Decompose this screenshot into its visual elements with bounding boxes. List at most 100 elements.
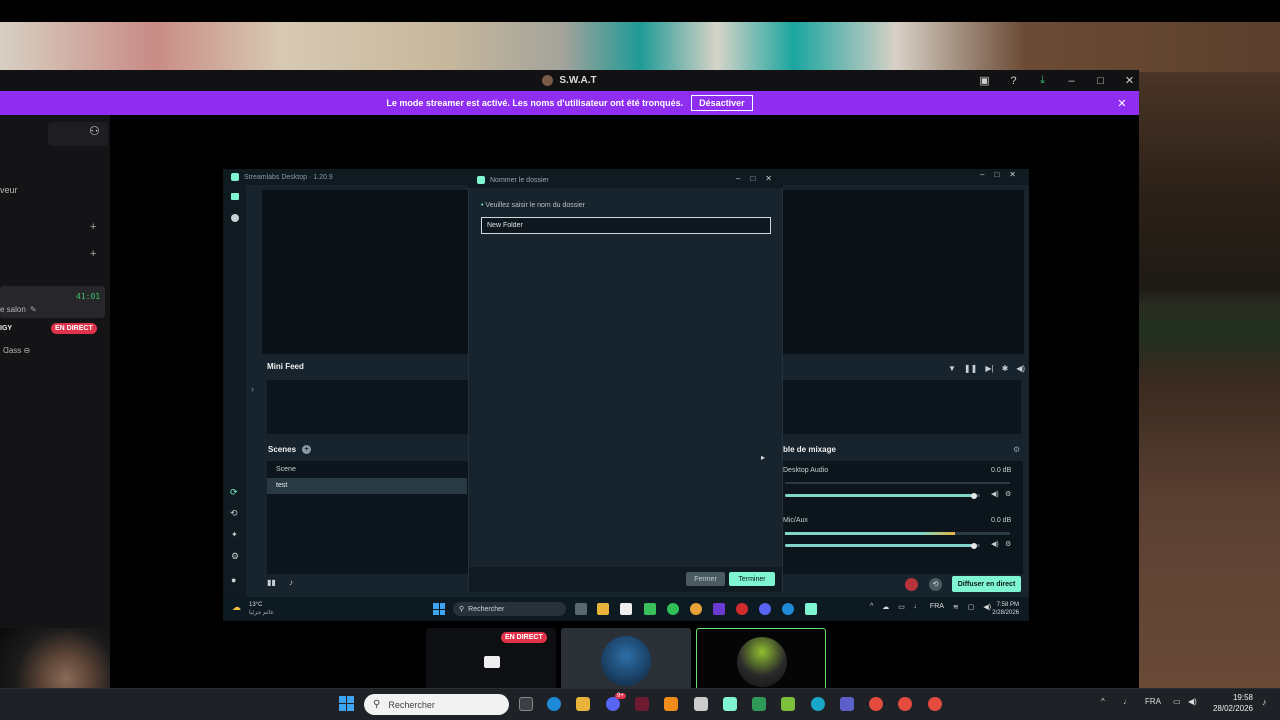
fl-studio-icon[interactable]	[664, 697, 678, 711]
channel-name[interactable]: e salon	[0, 305, 26, 314]
chrome-profile-icon[interactable]	[898, 697, 912, 711]
sl-minimize-icon[interactable]: –	[980, 170, 984, 179]
tray-mic-icon[interactable]: ♩	[914, 603, 921, 611]
sl-maximize-icon[interactable]: □	[994, 170, 999, 179]
download-icon[interactable]: ⤓	[1028, 70, 1057, 91]
tray-storage-icon[interactable]: ▭	[898, 603, 905, 611]
source-settings-icon[interactable]: ⚙	[1005, 490, 1011, 498]
mixer-settings-icon[interactable]: ⚙	[1013, 445, 1020, 454]
dialog-close-icon[interactable]: ✕	[765, 174, 772, 183]
replay-buffer-icon[interactable]: ⟲	[929, 578, 942, 591]
tools-icon[interactable]: ⟲	[230, 508, 238, 519]
speaker-icon[interactable]: ◀)	[991, 540, 999, 548]
chrome-profile-2-icon[interactable]	[928, 697, 942, 711]
app-icon[interactable]	[635, 697, 649, 711]
skip-icon[interactable]: ▶|	[985, 364, 993, 373]
inner-clock[interactable]: 7:58 PM 2/28/2026	[987, 601, 1019, 617]
taskbar-clock[interactable]: 19:58 28/02/2026	[1205, 692, 1253, 714]
editor-icon[interactable]	[231, 193, 239, 200]
banner-close-icon[interactable]: ✕	[1114, 96, 1130, 110]
discord-icon[interactable]	[606, 697, 620, 711]
edge-icon[interactable]	[547, 697, 561, 711]
tray-volume-icon[interactable]: ◀)	[1188, 697, 1197, 706]
close-button[interactable]: Fermer	[686, 572, 725, 586]
tray-mic-icon[interactable]: ♩	[1123, 697, 1131, 706]
opera-icon[interactable]	[736, 603, 748, 615]
taskbar-lang[interactable]: FRA	[1145, 697, 1161, 706]
minimize-icon[interactable]: –	[1057, 70, 1086, 91]
source-settings-icon[interactable]: ⚙	[1005, 540, 1011, 548]
weather-widget[interactable]: 13°C غائم جزئيا	[249, 601, 274, 617]
user-thumbnail-active[interactable]	[696, 628, 826, 690]
add-member-icon[interactable]: ⚇	[89, 124, 100, 138]
discord-icon[interactable]	[759, 603, 771, 615]
edge-icon[interactable]	[782, 603, 794, 615]
help-icon[interactable]: ?	[999, 70, 1028, 91]
done-button[interactable]: Terminer	[729, 572, 775, 586]
bluestacks-icon[interactable]	[781, 697, 795, 711]
scene-item-selected[interactable]: test	[267, 478, 467, 494]
task-view-icon[interactable]	[519, 697, 533, 711]
add-channel-icon[interactable]: +	[90, 221, 96, 233]
scene-item[interactable]: Scene	[267, 462, 467, 477]
tray-cloud-icon[interactable]: ☁	[882, 603, 889, 611]
inner-search-box[interactable]: ⚲ Rechercher	[453, 602, 566, 616]
edit-icon[interactable]: ✎	[30, 305, 37, 314]
weather-icon[interactable]: ☁	[232, 602, 241, 613]
calculator-icon[interactable]	[694, 697, 708, 711]
notepad-icon[interactable]	[620, 603, 632, 615]
maximize-icon[interactable]: □	[1086, 70, 1115, 91]
user-thumbnail[interactable]	[561, 628, 691, 690]
tray-chevron-icon[interactable]: ^	[870, 603, 873, 611]
notification-icon[interactable]: ♪	[289, 578, 293, 587]
streamlabs-taskbar-icon[interactable]	[805, 603, 817, 615]
chrome-icon[interactable]	[869, 697, 883, 711]
task-view-icon[interactable]	[575, 603, 587, 615]
inner-lang[interactable]: FRA	[930, 603, 944, 611]
pause-icon[interactable]: ❚❚	[964, 364, 977, 373]
stats-icon[interactable]: ▮▮	[267, 578, 276, 587]
chrome-icon[interactable]	[690, 603, 702, 615]
tray-wifi-icon[interactable]: ≋	[953, 603, 959, 611]
close-icon[interactable]: ✕	[1115, 70, 1144, 91]
live-user-name[interactable]: IGY	[0, 325, 12, 332]
record-button[interactable]	[905, 578, 918, 591]
whatsapp-icon[interactable]	[667, 603, 679, 615]
volume-slider[interactable]	[785, 492, 980, 500]
file-explorer-icon[interactable]	[597, 603, 609, 615]
streamlabs-icon[interactable]	[723, 697, 737, 711]
notification-bell-icon[interactable]: ♪	[1262, 697, 1267, 707]
speaker-icon[interactable]: ◀)	[991, 490, 999, 498]
themes-icon[interactable]	[231, 214, 239, 222]
add-scene-icon[interactable]: +	[302, 445, 312, 454]
highlighter-icon[interactable]: ✦	[231, 530, 238, 539]
inner-start-icon[interactable]	[433, 603, 445, 615]
add-channel-icon-2[interactable]: +	[90, 248, 96, 260]
screen-share-icon[interactable]: ▣	[970, 70, 999, 91]
start-icon[interactable]	[339, 696, 354, 711]
dialog-maximize-icon[interactable]: □	[750, 174, 755, 183]
app-icon[interactable]	[644, 603, 656, 615]
sl-close-icon[interactable]: ✕	[1009, 170, 1016, 179]
tray-chevron-icon[interactable]: ^	[1101, 697, 1105, 706]
volume-slider[interactable]	[785, 542, 980, 550]
folder-name-input[interactable]	[481, 217, 771, 234]
expand-chevron-icon[interactable]: ›	[251, 384, 254, 394]
twitch-icon[interactable]	[713, 603, 725, 615]
teams-icon[interactable]	[840, 697, 854, 711]
go-live-button[interactable]: Diffuser en direct	[952, 576, 1021, 592]
dashboard-icon[interactable]: ⟳	[230, 487, 238, 498]
file-explorer-icon[interactable]	[576, 697, 590, 711]
disable-streamer-mode-button[interactable]: Désactiver	[691, 95, 753, 111]
edge-dev-icon[interactable]	[811, 697, 825, 711]
profile-icon[interactable]: ●	[231, 575, 236, 585]
excel-icon[interactable]	[752, 697, 766, 711]
filter-icon[interactable]: ▼	[948, 364, 956, 373]
dialog-minimize-icon[interactable]: –	[736, 174, 740, 183]
tray-network-icon[interactable]: ▭	[1173, 697, 1181, 706]
taskbar-search-box[interactable]: ⚲ Rechercher	[364, 694, 509, 715]
mute-feed-icon[interactable]: ✱	[1002, 364, 1009, 373]
settings-icon[interactable]: ⚙	[231, 551, 239, 562]
volume-icon[interactable]: ◀)	[1016, 364, 1025, 373]
tray-display-icon[interactable]: ▢	[968, 603, 975, 611]
